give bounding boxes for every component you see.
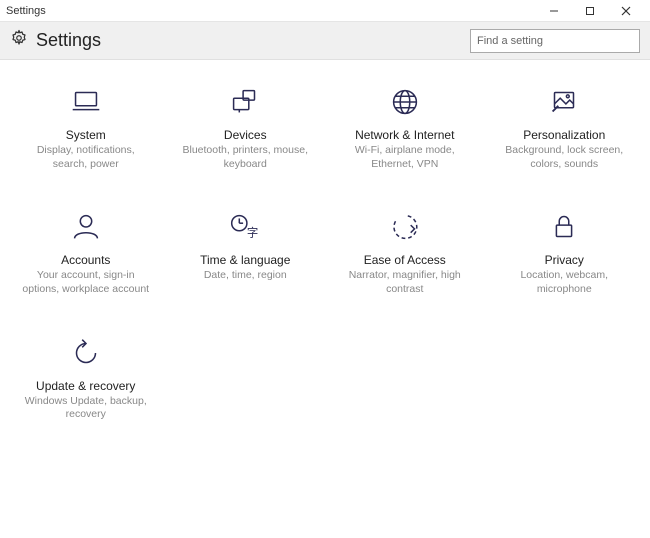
tile-title: Privacy bbox=[545, 253, 584, 267]
tile-update[interactable]: Update & recovery Windows Update, backup… bbox=[10, 329, 162, 426]
tile-time[interactable]: 字 Time & language Date, time, region bbox=[170, 203, 322, 300]
window-controls bbox=[536, 1, 644, 21]
ease-of-access-icon bbox=[385, 207, 425, 247]
tile-desc: Your account, sign-in options, workplace… bbox=[21, 269, 151, 296]
content: System Display, notifications, search, p… bbox=[0, 60, 650, 538]
tile-accounts[interactable]: Accounts Your account, sign-in options, … bbox=[10, 203, 162, 300]
tile-desc: Windows Update, backup, recovery bbox=[21, 395, 151, 422]
person-icon bbox=[66, 207, 106, 247]
settings-grid: System Display, notifications, search, p… bbox=[10, 78, 640, 426]
tile-title: Network & Internet bbox=[355, 128, 454, 142]
search-input[interactable]: Find a setting bbox=[470, 29, 640, 53]
devices-icon bbox=[225, 82, 265, 122]
tile-desc: Display, notifications, search, power bbox=[21, 144, 151, 171]
tile-desc: Background, lock screen, colors, sounds bbox=[499, 144, 629, 171]
tile-title: Ease of Access bbox=[364, 253, 446, 267]
laptop-icon bbox=[66, 82, 106, 122]
svg-text:字: 字 bbox=[247, 226, 258, 240]
tile-desc: Wi-Fi, airplane mode, Ethernet, VPN bbox=[340, 144, 470, 171]
titlebar: Settings bbox=[0, 0, 650, 22]
minimize-button[interactable] bbox=[536, 1, 572, 21]
tile-ease[interactable]: Ease of Access Narrator, magnifier, high… bbox=[329, 203, 481, 300]
tile-devices[interactable]: Devices Bluetooth, printers, mouse, keyb… bbox=[170, 78, 322, 175]
close-button[interactable] bbox=[608, 1, 644, 21]
tile-title: Devices bbox=[224, 128, 267, 142]
gear-icon bbox=[10, 29, 28, 52]
header: Settings Find a setting bbox=[0, 22, 650, 60]
tile-desc: Date, time, region bbox=[204, 269, 287, 283]
update-icon bbox=[66, 333, 106, 373]
tile-title: Accounts bbox=[61, 253, 110, 267]
globe-icon bbox=[385, 82, 425, 122]
tile-privacy[interactable]: Privacy Location, webcam, microphone bbox=[489, 203, 641, 300]
lock-icon bbox=[544, 207, 584, 247]
maximize-button[interactable] bbox=[572, 1, 608, 21]
search-placeholder: Find a setting bbox=[477, 35, 543, 47]
tile-network[interactable]: Network & Internet Wi-Fi, airplane mode,… bbox=[329, 78, 481, 175]
tile-desc: Bluetooth, printers, mouse, keyboard bbox=[180, 144, 310, 171]
tile-title: Time & language bbox=[200, 253, 290, 267]
tile-system[interactable]: System Display, notifications, search, p… bbox=[10, 78, 162, 175]
tile-desc: Location, webcam, microphone bbox=[499, 269, 629, 296]
paint-icon bbox=[544, 82, 584, 122]
window-title: Settings bbox=[6, 5, 536, 17]
tile-desc: Narrator, magnifier, high contrast bbox=[340, 269, 470, 296]
tile-title: System bbox=[66, 128, 106, 142]
tile-title: Personalization bbox=[523, 128, 605, 142]
tile-personalization[interactable]: Personalization Background, lock screen,… bbox=[489, 78, 641, 175]
tile-title: Update & recovery bbox=[36, 379, 135, 393]
time-language-icon: 字 bbox=[225, 207, 265, 247]
page-title: Settings bbox=[36, 30, 101, 51]
